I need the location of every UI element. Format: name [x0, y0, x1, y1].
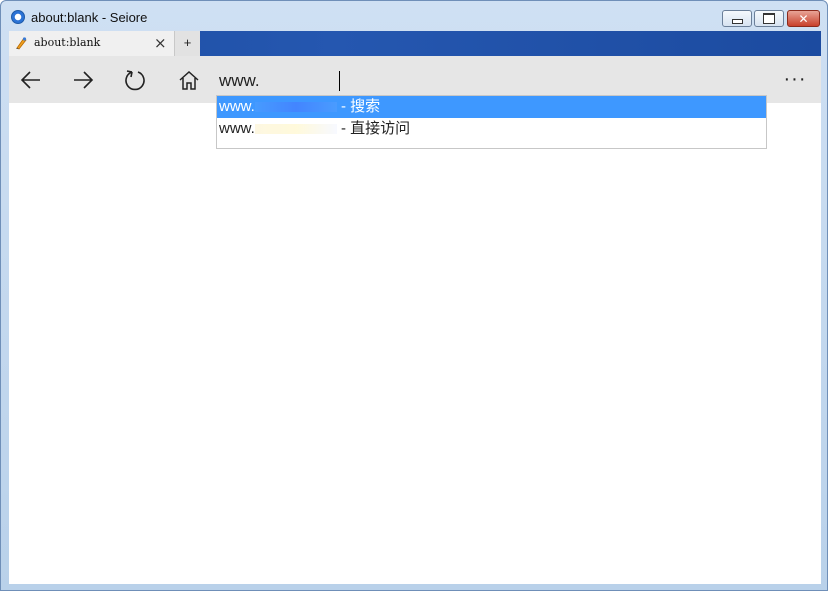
more-options-icon: ··· — [783, 67, 807, 90]
address-autocomplete-dropdown: www. - 搜索 www. - 直接访问 — [216, 95, 767, 149]
home-icon — [179, 70, 199, 90]
minimize-button[interactable] — [722, 10, 752, 27]
forward-button[interactable] — [69, 66, 97, 94]
new-tab-button[interactable]: + — [174, 31, 200, 56]
tab-favicon-icon — [16, 37, 27, 50]
close-window-button[interactable]: ✕ — [787, 10, 820, 27]
refresh-button[interactable] — [121, 66, 149, 94]
text-caret — [339, 71, 340, 91]
address-bar-input[interactable]: www. — [219, 69, 699, 93]
suggestion-action: - 搜索 — [341, 98, 381, 115]
redacted-domain — [254, 102, 337, 113]
redacted-domain — [254, 124, 337, 135]
browser-window: about:blank - Seiore ✕ about:blank × + w… — [0, 0, 828, 591]
app-icon — [11, 10, 25, 24]
tab-title: about:blank — [34, 36, 101, 49]
suggestion-prefix: www. — [219, 120, 255, 137]
back-arrow-icon — [20, 71, 40, 89]
title-bar[interactable]: about:blank - Seiore ✕ — [1, 1, 827, 31]
home-button[interactable] — [175, 66, 203, 94]
suggestion-search[interactable]: www. - 搜索 — [217, 96, 766, 118]
window-title: about:blank - Seiore — [31, 10, 148, 25]
minimize-icon — [731, 18, 743, 24]
tab-strip: about:blank × + — [9, 31, 821, 56]
suggestion-prefix: www. — [219, 98, 255, 115]
suggestion-action: - 直接访问 — [341, 120, 411, 137]
more-options-button[interactable]: ··· — [779, 66, 811, 92]
close-icon: ✕ — [798, 11, 809, 26]
refresh-icon — [125, 70, 145, 91]
maximize-button[interactable] — [754, 10, 784, 27]
forward-arrow-icon — [74, 71, 94, 89]
suggestion-direct-visit[interactable]: www. - 直接访问 — [217, 118, 766, 140]
back-button[interactable] — [17, 66, 45, 94]
page-content[interactable] — [9, 103, 821, 584]
tab-close-button[interactable]: × — [154, 34, 167, 52]
maximize-icon — [763, 13, 775, 24]
tab-about-blank[interactable]: about:blank × — [9, 31, 174, 56]
